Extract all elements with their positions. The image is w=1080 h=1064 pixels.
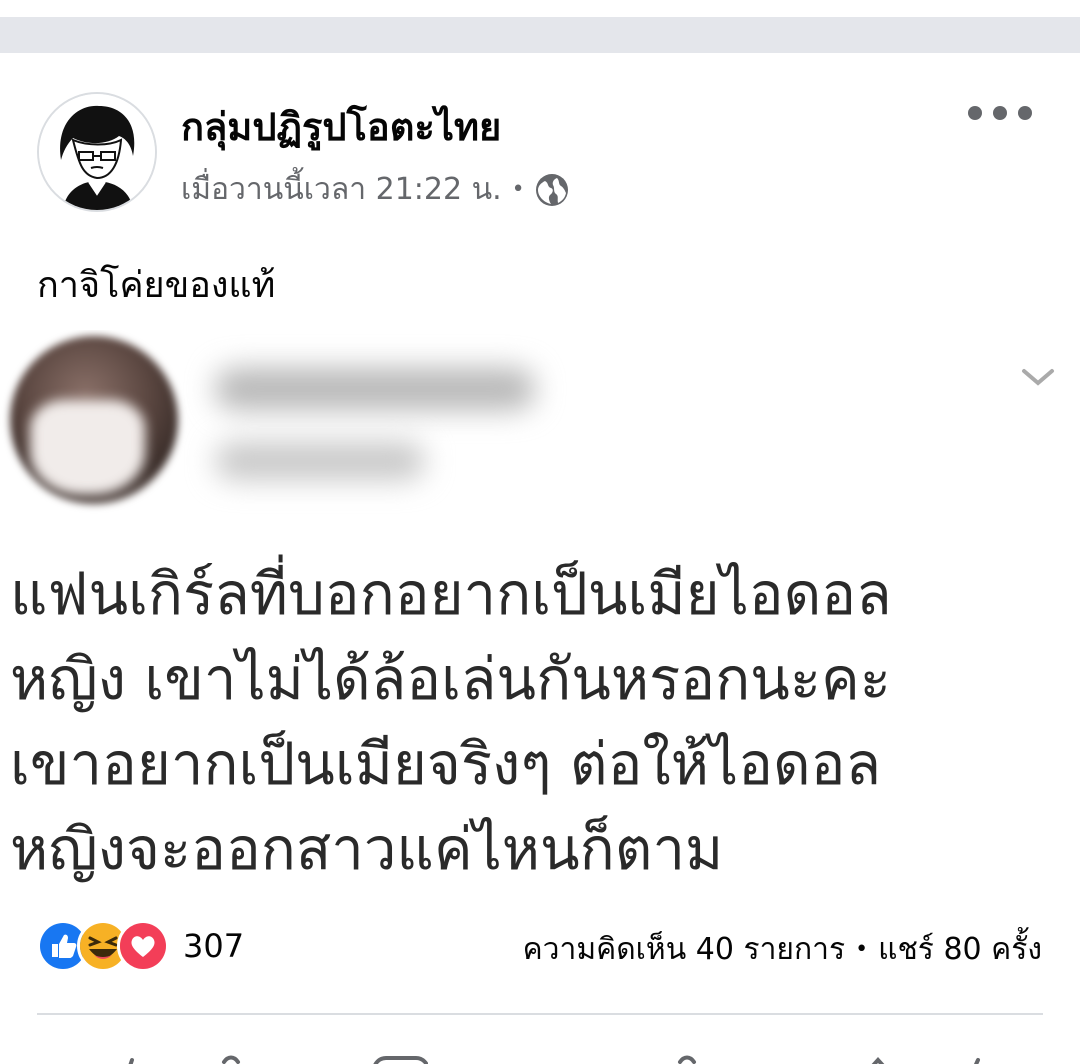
love-icon	[117, 920, 169, 972]
image-text-block: แฟนเกิร์ลที่บอกอยากเป็นเมียไอดอล หญิง เข…	[10, 552, 1070, 892]
post-timestamp[interactable]: เมื่อวานนี้เวลา 21:22 น.	[181, 166, 502, 213]
comment-label-fragment-icon	[678, 1055, 696, 1064]
globe-icon	[535, 173, 568, 206]
action-bar	[0, 1040, 1080, 1064]
more-options-icon[interactable]	[968, 98, 1032, 128]
comment-button-icon[interactable]	[368, 1052, 428, 1064]
blurred-avatar-face	[30, 400, 145, 495]
meta-separator: •	[511, 177, 525, 202]
share-label-fragment-icon	[973, 1058, 980, 1064]
avatar-illustration	[39, 94, 155, 210]
group-name[interactable]: กลุ่มปฏิรูปโอตะไทย	[181, 96, 501, 157]
like-button-icon[interactable]	[110, 1052, 170, 1064]
feed-separator-band	[0, 17, 1080, 53]
share-button-icon[interactable]	[850, 1052, 910, 1064]
image-text-line: เขาอยากเป็นเมียจริงๆ ต่อให้ไอดอล	[10, 730, 882, 798]
image-text-line: แฟนเกิร์ลที่บอกอยากเป็นเมียไอดอล	[10, 560, 892, 628]
like-label-fragment-icon	[222, 1055, 240, 1064]
reactions-summary[interactable]: 307	[37, 918, 244, 974]
blurred-name	[215, 368, 535, 410]
dot-icon	[968, 106, 982, 120]
reaction-count: 307	[183, 927, 245, 965]
image-text-line: หญิง เขาไม่ได้ล้อเล่นกันหรอกนะคะ	[10, 645, 891, 713]
post-meta: เมื่อวานนี้เวลา 21:22 น. •	[181, 166, 569, 213]
post-stats: ความคิดเห็น 40 รายการ • แชร์ 80 ครั้ง	[523, 926, 1042, 973]
top-spacer	[0, 0, 1080, 17]
comments-count[interactable]: ความคิดเห็น 40 รายการ	[523, 926, 846, 973]
post-caption: กาจิโค่ยของแท้	[37, 265, 276, 306]
chevron-down-icon	[1022, 369, 1054, 386]
shares-count[interactable]: แชร์ 80 ครั้ง	[878, 926, 1042, 973]
image-text-line: หญิงจะออกสาวแค่ไหนก็ตาม	[10, 815, 724, 883]
group-avatar[interactable]	[37, 92, 157, 212]
blurred-subtext	[215, 442, 425, 480]
actions-divider	[37, 1013, 1043, 1015]
dot-icon	[1018, 106, 1032, 120]
dot-icon	[993, 106, 1007, 120]
post-header: กลุ่มปฏิรูปโอตะไทย เมื่อวานนี้เวลา 21:22…	[0, 88, 1080, 218]
stats-separator: •	[855, 937, 869, 962]
shared-screenshot-image[interactable]: แฟนเกิร์ลที่บอกอยากเป็นเมียไอดอล หญิง เข…	[0, 330, 1080, 895]
